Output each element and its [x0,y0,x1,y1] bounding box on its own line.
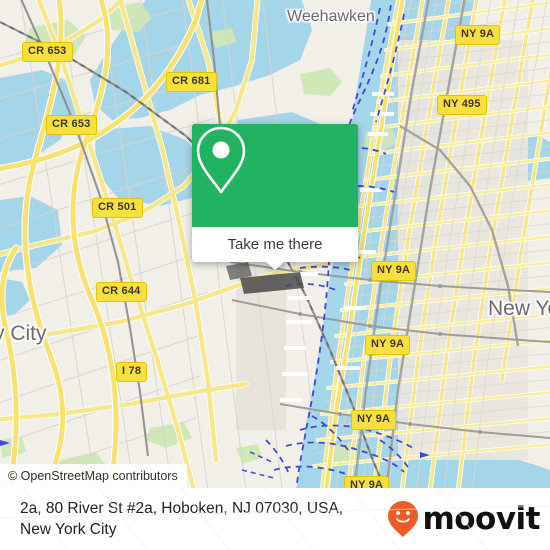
take-me-there-label: Take me there [227,236,323,253]
screenshot-root: Weehawken New Yor y City CR 653 CR 681 N… [0,0,550,550]
take-me-there-button[interactable]: Take me there [192,227,358,270]
popup-header [192,124,358,227]
place-label-weehawken: Weehawken [287,8,375,25]
map-pin-icon [196,126,246,194]
moovit-wordmark: moovit [422,500,540,537]
road-shield-ny-9a-e[interactable]: NY 9A [344,476,390,488]
map-canvas[interactable]: Weehawken New Yor y City CR 653 CR 681 N… [0,0,550,488]
osm-attribution[interactable]: © OpenStreetMap contributors [0,464,187,488]
road-shield-ny-9a-c[interactable]: NY 9A [365,335,411,355]
location-popup-card[interactable]: Take me there [192,124,358,270]
road-shield-ny-9a-d[interactable]: NY 9A [351,410,397,430]
road-shield-ny-495[interactable]: NY 495 [437,95,487,115]
road-shield-i-78[interactable]: I 78 [116,362,148,382]
address-text: 2a, 80 River St #2a, Hoboken, NJ 07030, … [20,500,344,538]
road-shield-cr-644[interactable]: CR 644 [96,282,147,302]
road-shield-cr-653-a[interactable]: CR 653 [22,42,73,62]
road-shield-cr-681[interactable]: CR 681 [166,72,217,92]
moovit-smiley-pin-icon [388,501,419,537]
footer-bar: 2a, 80 River St #2a, Hoboken, NJ 07030, … [0,488,550,550]
place-label-new-york: New Yor [488,297,550,320]
road-shield-ny-9a-b[interactable]: NY 9A [371,261,417,281]
road-shield-cr-501[interactable]: CR 501 [92,198,143,218]
road-shield-ny-9a-a[interactable]: NY 9A [455,25,501,45]
road-shield-cr-653-b[interactable]: CR 653 [46,115,97,135]
popup-pointer-arrow [266,262,284,270]
place-label-jersey-city: y City [0,322,47,345]
moovit-logo[interactable]: moovit [386,499,540,539]
